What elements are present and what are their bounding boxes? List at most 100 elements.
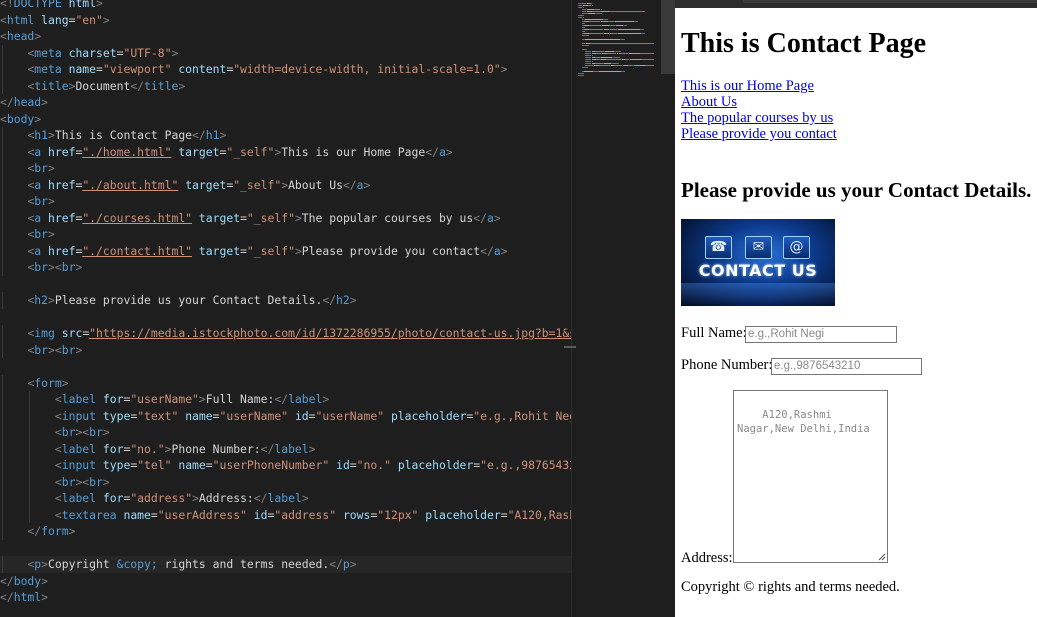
minimap-token: [587, 45, 589, 46]
minimap-token: [579, 3, 587, 4]
minimap-token: [591, 11, 601, 12]
code-token: </: [27, 524, 42, 538]
code-token: DOCTYPE: [13, 0, 62, 10]
full-name-input[interactable]: e.g.,Rohit Negi: [745, 326, 897, 343]
code-line[interactable]: [0, 358, 571, 375]
code-line[interactable]: <form>: [0, 374, 571, 391]
courses-link[interactable]: The popular courses by us: [681, 110, 837, 126]
code-token: >: [61, 375, 69, 390]
code-line[interactable]: </head>: [0, 94, 571, 111]
code-line[interactable]: <img src="https://media.istockphoto.com/…: [0, 325, 571, 342]
code-line[interactable]: <a href="./about.html" target="_self">Ab…: [0, 176, 571, 193]
browser-preview: This is Contact Page This is our Home Pa…: [675, 0, 1037, 617]
code-line[interactable]: <label for="userName">Full Name:</label>: [0, 391, 571, 408]
minimap-token: [605, 59, 622, 60]
code-line[interactable]: <textarea name="userAddress" id="address…: [0, 506, 571, 523]
code-token: </: [0, 590, 14, 604]
code-token: "no.": [356, 458, 391, 472]
code-token: "userAddress": [157, 507, 247, 522]
code-line[interactable]: <br><br>: [0, 473, 571, 490]
minimap-token: [583, 73, 585, 74]
code-token: >: [34, 111, 42, 126]
code-line[interactable]: <a href="./home.html" target="_self">Thi…: [0, 143, 571, 160]
about-link[interactable]: About Us: [681, 94, 837, 110]
code-line[interactable]: <body>: [0, 111, 571, 128]
code-token: >: [445, 144, 453, 159]
code-token: br: [89, 474, 103, 489]
code-token: name: [185, 408, 213, 423]
code-line[interactable]: [0, 540, 571, 557]
code-line[interactable]: <label for="address">Address:</label>: [0, 490, 571, 507]
code-line[interactable]: </form>: [0, 523, 571, 540]
code-token: "userName": [130, 392, 199, 406]
code-line[interactable]: <h1>This is Contact Page</h1>: [0, 127, 571, 144]
minimap-token: [618, 57, 620, 58]
code-line[interactable]: </html>: [0, 589, 571, 606]
code-line[interactable]: <br><br>: [0, 341, 571, 358]
editor-preview-divider[interactable]: [661, 0, 675, 617]
code-token: >: [75, 260, 83, 274]
code-token: >: [219, 128, 227, 142]
code-line[interactable]: <br><br>: [0, 424, 571, 441]
minimap[interactable]: [564, 0, 662, 617]
code-line[interactable]: <a href="./contact.html" target="_self">…: [0, 242, 571, 259]
minimap-token: [596, 53, 602, 54]
minimap-token: [582, 17, 584, 18]
code-line[interactable]: <a href="./courses.html" target="_self">…: [0, 209, 571, 226]
code-token: form: [41, 524, 69, 538]
contact-subheading: Please provide us your Contact Details.: [681, 178, 1032, 202]
code-line[interactable]: <!DOCTYPE html>: [0, 0, 571, 12]
code-token: Document: [75, 78, 131, 93]
minimap-token: [595, 63, 604, 64]
code-line[interactable]: <br>: [0, 193, 571, 210]
code-line[interactable]: <br>: [0, 226, 571, 243]
code-token: label: [288, 392, 323, 406]
code-line[interactable]: [0, 276, 571, 293]
code-line[interactable]: <meta charset="UTF-8">: [0, 44, 571, 61]
code-token: input: [61, 458, 97, 472]
scrollbar-thumb[interactable]: [661, 0, 675, 74]
address-textarea[interactable]: A120,Rashmi Nagar,New Delhi,India: [733, 390, 888, 563]
code-line[interactable]: <head>: [0, 28, 571, 45]
minimap-token: [586, 49, 588, 50]
code-token: >: [48, 128, 55, 142]
code-lines[interactable]: <!DOCTYPE html> <html lang="en"> <head> <m…: [0, 0, 571, 606]
code-line[interactable]: <label for="no.">Phone Number:</label>: [0, 440, 571, 457]
minimap-token: [586, 53, 591, 54]
code-token: ><: [48, 260, 62, 274]
code-line[interactable]: <html lang="en">: [0, 12, 571, 29]
code-editor[interactable]: <!DOCTYPE html> <html lang="en"> <head> <m…: [0, 0, 571, 617]
code-token: rights and terms needed.: [157, 557, 330, 571]
code-line[interactable]: [0, 309, 571, 326]
code-line[interactable]: </body>: [0, 573, 571, 590]
home-link[interactable]: This is our Home Page: [681, 78, 837, 94]
code-line[interactable]: <br>: [0, 160, 571, 177]
resize-grip-icon[interactable]: [877, 552, 886, 561]
contact-link[interactable]: Please provide you contact: [681, 126, 837, 142]
code-token: <!: [0, 0, 14, 10]
code-line[interactable]: <input type="tel" name="userPhoneNumber"…: [0, 457, 571, 474]
code-line[interactable]: <br><br>: [0, 259, 571, 276]
code-token: "./about.html": [82, 177, 179, 192]
contact-us-image-text: CONTACT US: [698, 261, 818, 280]
code-line[interactable]: <title>Document</title>: [0, 77, 571, 94]
code-line[interactable]: <meta name="viewport" content="width=dev…: [0, 61, 571, 78]
code-line[interactable]: <input type="text" name="userName" id="u…: [0, 407, 571, 424]
code-line[interactable]: <h2>Please provide us your Contact Detai…: [0, 292, 571, 309]
minimap-token: [585, 19, 604, 20]
code-token: >: [102, 474, 110, 489]
code-token: =: [349, 458, 357, 472]
code-token: "e.g.,98765432: [480, 458, 571, 472]
phone-input[interactable]: e.g.,9876543210: [771, 358, 922, 375]
code-line[interactable]: <p>Copyright &copy; rights and terms nee…: [0, 556, 571, 573]
